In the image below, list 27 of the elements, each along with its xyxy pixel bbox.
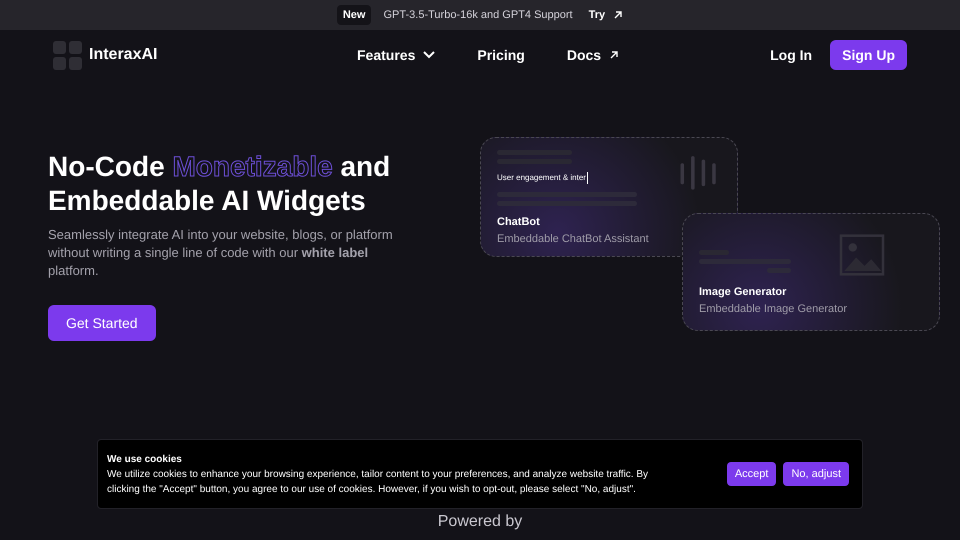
get-started-button[interactable]: Get Started	[48, 305, 156, 341]
brand-name: InteraxAI	[89, 45, 158, 65]
external-link-icon	[613, 10, 624, 20]
widget-title: ChatBot	[497, 215, 541, 230]
hero-title: No-Code Monetizable and Embeddable AI Widgets	[48, 150, 392, 218]
widget-title: Image Generator	[699, 285, 788, 300]
widget-subtitle: Embeddable Image Generator	[699, 302, 848, 316]
preview-text: User engagement & inter	[497, 172, 588, 184]
new-badge: New	[336, 4, 372, 26]
try-link[interactable]: Try	[588, 6, 624, 24]
nav-link[interactable]: Pricing	[477, 44, 525, 66]
hero-description: Seamlessly integrate AI into your website, blogs, or platform without writing a single line of code with our white label platform.	[48, 226, 394, 280]
chevron-down-icon	[423, 51, 436, 59]
widget-subtitle: Embeddable ChatBot Assistant	[497, 232, 650, 246]
external-link-icon	[609, 50, 620, 60]
login-link[interactable]: Log In	[770, 44, 812, 66]
cookie-button[interactable]: Accept	[726, 462, 776, 486]
image-icon	[839, 234, 885, 276]
nav-link[interactable]: Features	[357, 44, 436, 66]
announcement-text: GPT-3.5-Turbo-16k and GPT4 Support	[383, 8, 573, 23]
powered-by-text: Powered by	[436, 512, 524, 532]
cookie-text: We utilize cookies to enhance your browsing experience, tailor content to your preferences, and analyze website traffic. By clicking the "Accept" button, you agree to our use of cookies. However, if you wish to opt-out, please select "No, adjust".	[107, 468, 650, 496]
nav-link[interactable]: Docs	[566, 44, 620, 66]
signup-button[interactable]: Sign Up	[830, 40, 907, 70]
logo-icon	[53, 40, 82, 70]
cookie-button[interactable]: No, adjust	[783, 462, 849, 486]
cookie-title: We use cookies	[107, 452, 183, 466]
